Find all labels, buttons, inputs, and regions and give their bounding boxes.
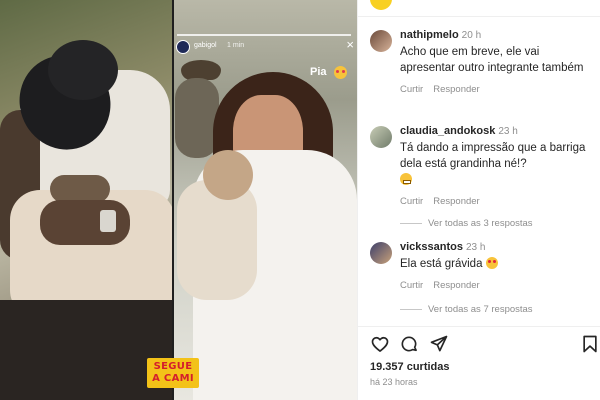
heart-eyes-emoji-icon bbox=[485, 257, 498, 269]
view-replies-label: Ver todas as 7 respostas bbox=[428, 304, 533, 315]
comment-time: 20 h bbox=[461, 30, 482, 41]
comment-body: vickssantos 23 h Ela está grávida Curtir R… bbox=[400, 240, 595, 291]
view-replies-button[interactable]: Ver todas as 7 respostas bbox=[400, 304, 533, 315]
story-progress-bar bbox=[177, 34, 351, 36]
post-action-bar bbox=[358, 334, 600, 356]
like-comment-button[interactable]: Curtir bbox=[400, 196, 423, 207]
likes-count[interactable]: 19.357 curtidas bbox=[370, 361, 450, 373]
grimacing-emoji-icon bbox=[400, 173, 412, 185]
comment-text: Acho que em breve, ele vai apresentar ou… bbox=[400, 46, 584, 74]
replies-dash bbox=[400, 223, 422, 224]
comment-time: 23 h bbox=[465, 242, 486, 253]
photo-shape bbox=[203, 150, 253, 200]
comments-panel: nathipmelo 20 h Acho que em breve, ele va… bbox=[357, 0, 600, 400]
comment-text: Tá dando a impressão que a barriga dela … bbox=[400, 140, 595, 188]
post-media[interactable]: gabigol 1 min × Pia bbox=[0, 0, 357, 400]
comment-text-content: Ela está grávida bbox=[400, 258, 483, 270]
like-comment-button[interactable]: Curtir bbox=[400, 84, 423, 95]
comment-username[interactable]: claudia_andokosk bbox=[400, 125, 495, 137]
photo-shape bbox=[181, 60, 221, 80]
comment-header: vickssantos 23 h bbox=[400, 240, 595, 255]
photo-shape bbox=[50, 175, 110, 203]
divider bbox=[358, 326, 600, 327]
brand-logo: SEGUE A CAMI bbox=[147, 358, 199, 388]
story-username: gabigol bbox=[194, 42, 217, 49]
comment-text-content: Tá dando a impressão que a barriga dela … bbox=[400, 142, 586, 170]
view-replies-button[interactable]: Ver todas as 3 respostas bbox=[400, 218, 533, 229]
comment-actions: Curtir Responder bbox=[400, 280, 595, 291]
heart-icon[interactable] bbox=[370, 334, 390, 354]
brand-line-2: A CAMI bbox=[152, 373, 194, 384]
comment-body: claudia_andokosk 23 h Tá dando a impressã… bbox=[400, 124, 595, 207]
avatar[interactable] bbox=[370, 242, 392, 264]
author-avatar[interactable] bbox=[370, 0, 392, 10]
avatar[interactable] bbox=[370, 30, 392, 52]
avatar[interactable] bbox=[370, 126, 392, 148]
comment-actions: Curtir Responder bbox=[400, 84, 595, 95]
reply-button[interactable]: Responder bbox=[433, 280, 479, 291]
reply-button[interactable]: Responder bbox=[433, 84, 479, 95]
close-icon: × bbox=[346, 37, 354, 52]
like-comment-button[interactable]: Curtir bbox=[400, 280, 423, 291]
view-replies-label: Ver todas as 3 respostas bbox=[428, 218, 533, 229]
photo-left bbox=[0, 0, 173, 400]
divider bbox=[358, 16, 600, 17]
photo-shape bbox=[177, 180, 257, 300]
photo-right-story: gabigol 1 min × Pia bbox=[173, 0, 357, 400]
comment-header: nathipmelo 20 h bbox=[400, 28, 595, 43]
post-timestamp[interactable]: há 23 horas bbox=[370, 377, 418, 387]
comment-header: claudia_andokosk 23 h bbox=[400, 124, 595, 139]
story-avatar bbox=[176, 40, 190, 54]
heart-eyes-emoji-icon bbox=[334, 66, 347, 79]
comment-username[interactable]: vickssantos bbox=[400, 241, 463, 253]
comment-text: Ela está grávida bbox=[400, 256, 595, 272]
photo-shape bbox=[40, 200, 130, 245]
story-time: 1 min bbox=[227, 42, 245, 49]
replies-dash bbox=[400, 309, 422, 310]
comment-time: 23 h bbox=[498, 126, 518, 137]
comment-actions: Curtir Responder bbox=[400, 196, 595, 207]
comment-icon[interactable] bbox=[399, 334, 419, 354]
photo-shape bbox=[48, 40, 118, 100]
comment-username[interactable]: nathipmelo bbox=[400, 29, 459, 41]
brand-line-1: SEGUE bbox=[153, 361, 193, 372]
share-icon[interactable] bbox=[429, 334, 449, 354]
reply-button[interactable]: Responder bbox=[433, 196, 479, 207]
photo-divider bbox=[172, 0, 174, 400]
bookmark-icon[interactable] bbox=[580, 334, 600, 354]
comment-body: nathipmelo 20 h Acho que em breve, ele va… bbox=[400, 28, 595, 95]
story-caption: Pia bbox=[310, 66, 327, 78]
photo-shape bbox=[100, 210, 116, 232]
